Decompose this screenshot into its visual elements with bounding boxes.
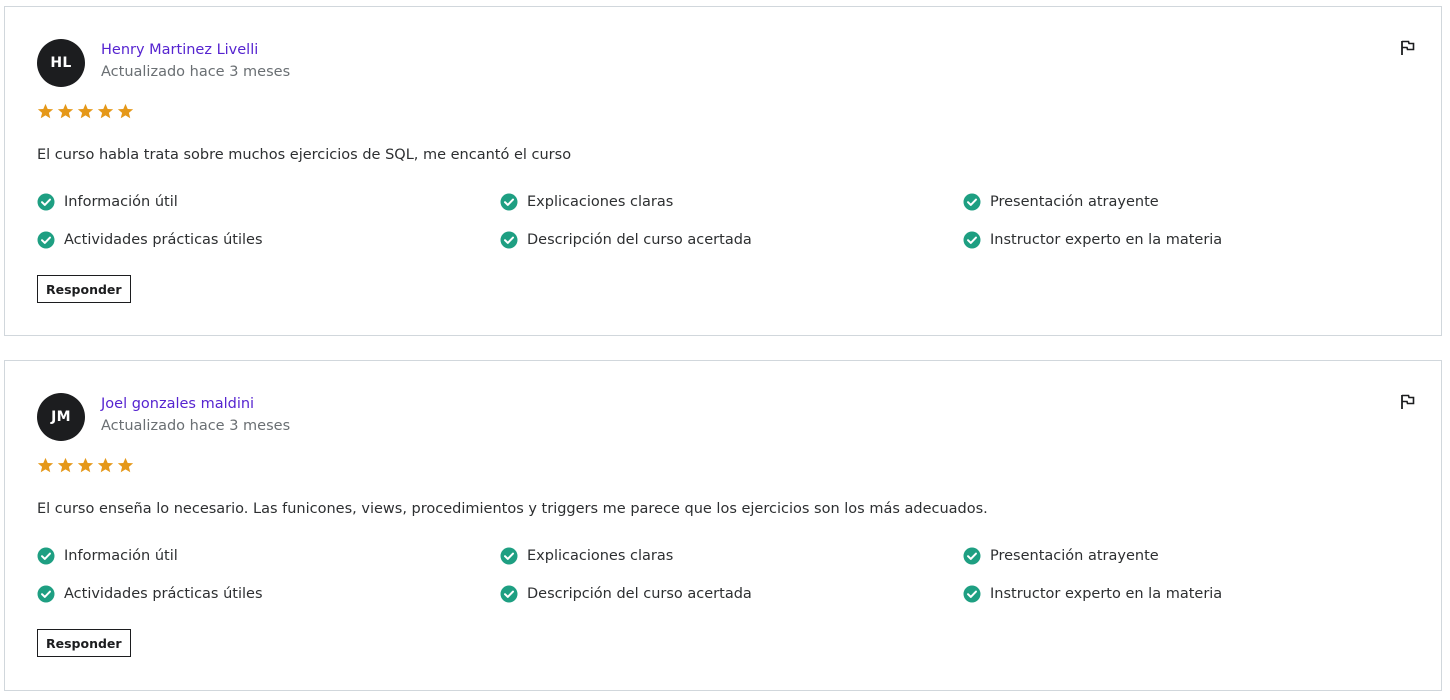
attribute-item: Presentación atrayente	[963, 193, 1159, 211]
reply-button[interactable]: Responder	[37, 275, 131, 303]
star-rating	[37, 103, 134, 120]
attribute-label: Información útil	[64, 194, 178, 210]
star-icon	[57, 457, 74, 473]
attribute-item: Actividades prácticas útiles	[37, 231, 263, 249]
star-icon	[37, 457, 54, 473]
check-circle-icon	[500, 193, 518, 211]
check-circle-icon	[37, 585, 55, 603]
check-circle-icon	[500, 585, 518, 603]
flag-icon[interactable]	[1399, 393, 1417, 411]
attribute-item: Instructor experto en la materia	[963, 585, 1222, 603]
attribute-label: Actividades prácticas útiles	[64, 586, 263, 602]
star-icon	[37, 103, 54, 119]
attribute-label: Instructor experto en la materia	[990, 586, 1223, 602]
reviewer-name[interactable]: Joel gonzales maldini	[101, 396, 254, 412]
attribute-label: Explicaciones claras	[527, 194, 674, 210]
attribute-label: Presentación atrayente	[990, 194, 1159, 210]
star-icon	[97, 457, 114, 473]
review-comment: El curso habla trata sobre muchos ejerci…	[37, 147, 572, 163]
avatar: JM	[37, 393, 85, 441]
check-circle-icon	[963, 585, 981, 603]
attribute-item: Descripción del curso acertada	[500, 585, 752, 603]
attribute-item: Actividades prácticas útiles	[37, 585, 263, 603]
star-icon	[57, 103, 74, 119]
star-rating	[37, 457, 134, 474]
attribute-item: Instructor experto en la materia	[963, 231, 1222, 249]
star-icon	[117, 103, 134, 119]
check-circle-icon	[963, 193, 981, 211]
review-timestamp: Actualizado hace 3 meses	[101, 64, 291, 80]
flag-icon[interactable]	[1399, 39, 1417, 57]
check-circle-icon	[37, 231, 55, 249]
attribute-item: Descripción del curso acertada	[500, 231, 752, 249]
attribute-label: Descripción del curso acertada	[527, 586, 752, 602]
review-card: HL Henry Martinez Livelli Actualizado ha…	[4, 6, 1442, 336]
attribute-item: Presentación atrayente	[963, 547, 1159, 565]
avatar: HL	[37, 39, 85, 87]
check-circle-icon	[963, 547, 981, 565]
attribute-label: Presentación atrayente	[990, 548, 1159, 564]
review-card: JM Joel gonzales maldini Actualizado hac…	[4, 360, 1442, 691]
attribute-item: Explicaciones claras	[500, 547, 673, 565]
check-circle-icon	[37, 193, 55, 211]
reply-button[interactable]: Responder	[37, 629, 131, 657]
star-icon	[97, 103, 114, 119]
attribute-item: Información útil	[37, 547, 178, 565]
check-circle-icon	[963, 231, 981, 249]
check-circle-icon	[500, 231, 518, 249]
reviewer-name[interactable]: Henry Martinez Livelli	[101, 42, 258, 58]
attribute-label: Explicaciones claras	[527, 548, 674, 564]
check-circle-icon	[37, 547, 55, 565]
attribute-item: Información útil	[37, 193, 178, 211]
star-icon	[117, 457, 134, 473]
star-icon	[77, 457, 94, 473]
attribute-item: Explicaciones claras	[500, 193, 673, 211]
star-icon	[77, 103, 94, 119]
attribute-label: Descripción del curso acertada	[527, 232, 752, 248]
attribute-label: Actividades prácticas útiles	[64, 232, 263, 248]
attribute-label: Información útil	[64, 548, 178, 564]
attribute-label: Instructor experto en la materia	[990, 232, 1223, 248]
review-timestamp: Actualizado hace 3 meses	[101, 418, 291, 434]
check-circle-icon	[500, 547, 518, 565]
review-comment: El curso enseña lo necesario. Las funico…	[37, 501, 988, 517]
